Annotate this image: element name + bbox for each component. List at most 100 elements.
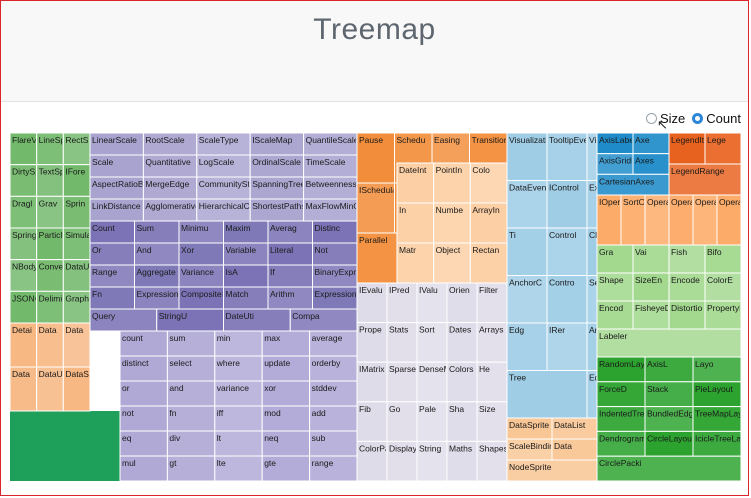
- treemap-cell-label: PieLayout: [695, 384, 733, 394]
- treemap-cell-label: IRer: [549, 325, 565, 335]
- treemap-cell-label: lt: [217, 433, 222, 443]
- treemap-cell-label: Opera: [647, 197, 671, 207]
- treemap-cell-label: Or: [92, 245, 102, 255]
- treemap-cell-label: lte: [217, 458, 226, 468]
- count-radio[interactable]: [692, 113, 704, 124]
- treemap-cell-label: Aggregate: [137, 267, 176, 277]
- treemap-cell-label: Opera: [695, 197, 719, 207]
- treemap-cell-label: Numbe: [436, 205, 464, 215]
- treemap-cell-label: IPred: [389, 285, 410, 295]
- treemap-cell-label: Easing: [434, 135, 460, 145]
- treemap-cell-label: Dragl: [12, 198, 32, 208]
- treemap-cell-label: max: [264, 333, 281, 343]
- treemap-group-legend: LegendItemLegeLegendRange: [668, 133, 741, 196]
- treemap-cell-label: Expression: [315, 289, 357, 299]
- treemap-group-data-util: Detai Data DataData DataUtilDataSource: [10, 322, 110, 412]
- vis-converters: [10, 411, 120, 481]
- treemap-cell-label: Size: [479, 404, 496, 414]
- treemap-cell-label: range: [312, 458, 334, 468]
- treemap-cell-label: PointIn: [436, 165, 463, 175]
- treemap-group-methods-misc: IEvalu IPred IValu Orien Filter Prope Stats Sor…: [356, 282, 508, 481]
- treemap-cell-label: Encod: [599, 303, 623, 313]
- treemap-group-interpolate: DateInt PointIn Colo In Numbe ArrayIn Matr Obje…: [396, 162, 508, 284]
- treemap-cell-label: SpanningTree: [252, 179, 305, 189]
- treemap-cell[interactable]: [214, 430, 263, 457]
- treemap-cell-label: Fib: [359, 404, 371, 414]
- treemap-cell-label: PropertyEnco: [707, 303, 741, 313]
- treemap-cell-label: CirclePacki: [599, 458, 642, 468]
- treemap-cell-label: sum: [169, 333, 185, 343]
- treemap-cell-label: ISchedula: [359, 185, 397, 195]
- treemap-cell-label: Labeler: [599, 331, 628, 341]
- treemap-cell-label: mod: [264, 408, 281, 418]
- treemap-cell-label: ShortestPaths: [252, 201, 305, 211]
- treemap-cell-label: update: [264, 358, 290, 368]
- treemap-cell-label: RootScale: [145, 135, 184, 145]
- treemap-cell-label: TimeScale: [306, 157, 346, 167]
- treemap-cell-label: neq: [264, 433, 278, 443]
- treemap-cell-label: Data: [12, 369, 30, 379]
- treemap-cell-label: Maxim: [226, 223, 251, 233]
- treemap-cell-label: Colors: [449, 364, 474, 374]
- treemap-cell-label: DataSource: [65, 369, 110, 379]
- treemap-cell-label: Sha: [449, 404, 464, 414]
- treemap-cell-label: IsA: [226, 267, 239, 277]
- count-radio-label[interactable]: Count: [706, 111, 741, 126]
- treemap-cell-label: stddev: [312, 383, 338, 393]
- page-title: Treemap: [313, 13, 436, 46]
- treemap-cell-label: AxisL: [647, 359, 668, 369]
- treemap-cell-label: String: [419, 443, 441, 453]
- treemap-cell-label: IValu: [419, 285, 438, 295]
- treemap-group-layout: RandomLayoutAxisL LayoForceD Stack PieLayou…: [596, 356, 741, 481]
- treemap-cell-label: Distinc: [315, 223, 341, 233]
- treemap-cell-label: and: [169, 383, 183, 393]
- treemap-cell-label: DateUti: [226, 311, 254, 321]
- treemap-cell-label: LinkDistance: [92, 201, 141, 211]
- treemap-cell-label: ColorE: [707, 275, 733, 285]
- treemap-cell-label: NodeSprite: [509, 462, 552, 472]
- treemap-cell-label: Dates: [449, 325, 471, 335]
- treemap-cell-label: Gra: [599, 247, 613, 257]
- treemap-cell-label: In: [399, 205, 406, 215]
- treemap-cell-label: where: [216, 358, 240, 368]
- size-radio[interactable]: [646, 113, 657, 124]
- treemap-cell-label: IFore: [65, 167, 85, 177]
- treemap-cell-label: If: [270, 267, 275, 277]
- treemap-cell-label: Orien: [449, 285, 470, 295]
- treemap-cell-label: Scale: [92, 157, 114, 167]
- treemap-cell-label: LinearScale: [92, 135, 137, 145]
- treemap-cell-label: Schedu: [397, 135, 426, 145]
- treemap-cell-label: Edg: [509, 325, 524, 335]
- treemap-cell-label: Detai: [12, 325, 32, 335]
- treemap-cell-label: orderby: [312, 358, 342, 368]
- page-header: Treemap: [1, 1, 748, 102]
- treemap-cell-label: Visualizati: [509, 135, 547, 145]
- treemap-cell-label: TreeMapLayo: [695, 409, 741, 419]
- treemap-cell-label: CartesianAxes: [599, 176, 654, 186]
- treemap-cell-label: IControl: [549, 183, 579, 193]
- treemap-cell-label: Fish: [671, 247, 687, 257]
- treemap-cell-label: add: [312, 408, 326, 418]
- treemap-cell-label: Spring: [12, 230, 37, 240]
- treemap-cell-label: Maths: [449, 443, 472, 453]
- treemap-cell-label: Bifo: [707, 247, 722, 257]
- treemap-cell-label: Encode: [671, 275, 700, 285]
- treemap-cell-label: variance: [217, 383, 249, 393]
- treemap-cell-label: min: [217, 333, 231, 343]
- treemap-cell-label: CircleLayout: [647, 433, 695, 443]
- treemap-cell-label: average: [312, 333, 343, 343]
- treemap-cell-label: Xor: [181, 245, 194, 255]
- treemap-cell-label: Data: [65, 325, 83, 335]
- treemap-cell-label: Lege: [707, 135, 726, 145]
- treemap-chart: FlareVisLineSpriteRectSpriteDirtySpriteT…: [10, 133, 741, 481]
- treemap-cell-label: Query: [92, 311, 116, 321]
- treemap-cell-label: DataUt: [65, 262, 92, 272]
- treemap-cell-label: Betweenness: [306, 179, 357, 189]
- treemap-cell-label: Match: [226, 289, 249, 299]
- treemap-cell-label: select: [169, 358, 192, 368]
- treemap-cell-label: Shapes: [479, 443, 508, 453]
- treemap-cell-label: MergeEdge: [145, 179, 189, 189]
- treemap-cell-label: Data: [554, 441, 572, 451]
- treemap-cell-label: or: [122, 383, 130, 393]
- treemap-cell-label: div: [169, 433, 181, 443]
